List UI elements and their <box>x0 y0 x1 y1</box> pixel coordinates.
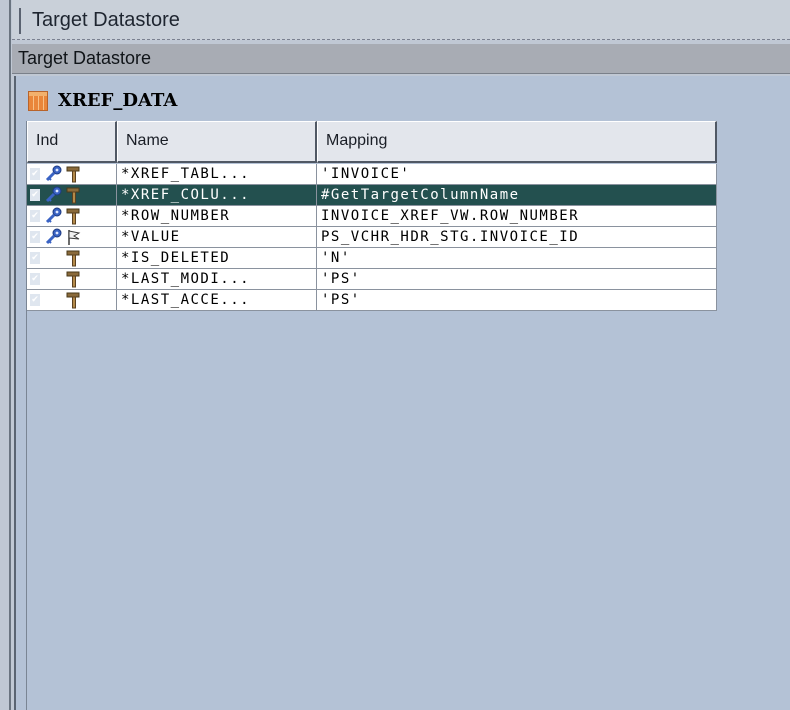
active-check-icon[interactable]: ✔ <box>30 273 40 285</box>
column-header-mapping[interactable]: Mapping <box>317 121 717 163</box>
section-header: Target Datastore <box>12 44 790 74</box>
mapping-cell[interactable]: #GetTargetColumnName <box>317 185 717 206</box>
indicator-cell[interactable]: ✔ <box>27 290 117 311</box>
active-check-icon[interactable]: ✔ <box>30 168 40 180</box>
hammer-icon <box>65 165 83 183</box>
section-title: Target Datastore <box>18 48 152 68</box>
active-check-icon[interactable]: ✔ <box>30 294 40 306</box>
hammer-icon <box>65 207 83 225</box>
column-name-cell[interactable]: *LAST_ACCE... <box>117 290 317 311</box>
column-name-cell[interactable]: *XREF_TABL... <box>117 164 317 185</box>
indicator-cell[interactable]: ✔ <box>27 269 117 290</box>
table-row[interactable]: ✔ *LAST_MODI... 'PS' <box>27 269 717 290</box>
table-row[interactable]: ✔ *ROW_NUMBER INVOICE_XREF_VW.ROW_NUMBER <box>27 206 717 227</box>
indicator-cell[interactable]: ✔ <box>27 164 117 185</box>
column-name-cell[interactable]: *ROW_NUMBER <box>117 206 317 227</box>
hammer-icon <box>65 291 83 309</box>
hammer-icon <box>65 249 83 267</box>
mapping-grid: Ind Name Mapping ✔ *XREF_TABL... 'INVOICE'… <box>26 121 717 710</box>
column-header-ind[interactable]: Ind <box>27 121 117 163</box>
datastore-table-icon <box>28 91 48 111</box>
datastore-panel: XREF_DATA Ind Name Mapping ✔ *XREF_TABL..… <box>14 76 790 710</box>
mapping-cell[interactable]: 'PS' <box>317 290 717 311</box>
tab-title: Target Datastore <box>32 9 180 31</box>
active-check-icon[interactable]: ✔ <box>30 252 40 264</box>
column-header-name[interactable]: Name <box>117 121 317 163</box>
grid-header: Ind Name Mapping <box>27 121 717 163</box>
mapping-cell[interactable]: INVOICE_XREF_VW.ROW_NUMBER <box>317 206 717 227</box>
column-name-cell[interactable]: *VALUE <box>117 227 317 248</box>
hammer-icon <box>65 186 83 204</box>
target-datastore-tab[interactable]: Target Datastore <box>12 0 790 40</box>
active-check-icon[interactable]: ✔ <box>30 189 40 201</box>
flag-icon <box>65 228 83 246</box>
column-name-cell[interactable]: *IS_DELETED <box>117 248 317 269</box>
indicator-cell[interactable]: ✔ <box>27 185 117 206</box>
column-name-cell[interactable]: *LAST_MODI... <box>117 269 317 290</box>
indicator-cell[interactable]: ✔ <box>27 248 117 269</box>
active-check-icon[interactable]: ✔ <box>30 210 40 222</box>
key-icon <box>45 186 63 204</box>
datastore-name[interactable]: XREF_DATA <box>58 90 177 111</box>
table-row[interactable]: ✔ *IS_DELETED 'N' <box>27 248 717 269</box>
mapping-cell[interactable]: 'INVOICE' <box>317 164 717 185</box>
indicator-cell[interactable]: ✔ <box>27 227 117 248</box>
table-row[interactable]: ✔ *XREF_TABL... 'INVOICE' <box>27 164 717 185</box>
mapping-cell[interactable]: 'PS' <box>317 269 717 290</box>
key-icon <box>45 228 63 246</box>
hammer-icon <box>65 270 83 288</box>
tab-divider <box>19 8 21 34</box>
table-row[interactable]: ✔ *XREF_COLU... #GetTargetColumnName <box>27 185 717 206</box>
table-row[interactable]: ✔ *VALUE PS_VCHR_HDR_STG.INVOICE_ID <box>27 227 717 248</box>
key-icon <box>45 207 63 225</box>
table-row[interactable]: ✔ *LAST_ACCE... 'PS' <box>27 290 717 311</box>
mapping-cell[interactable]: 'N' <box>317 248 717 269</box>
key-icon <box>45 165 63 183</box>
column-name-cell[interactable]: *XREF_COLU... <box>117 185 317 206</box>
window-left-border <box>9 0 11 710</box>
indicator-cell[interactable]: ✔ <box>27 206 117 227</box>
active-check-icon[interactable]: ✔ <box>30 231 40 243</box>
mapping-cell[interactable]: PS_VCHR_HDR_STG.INVOICE_ID <box>317 227 717 248</box>
